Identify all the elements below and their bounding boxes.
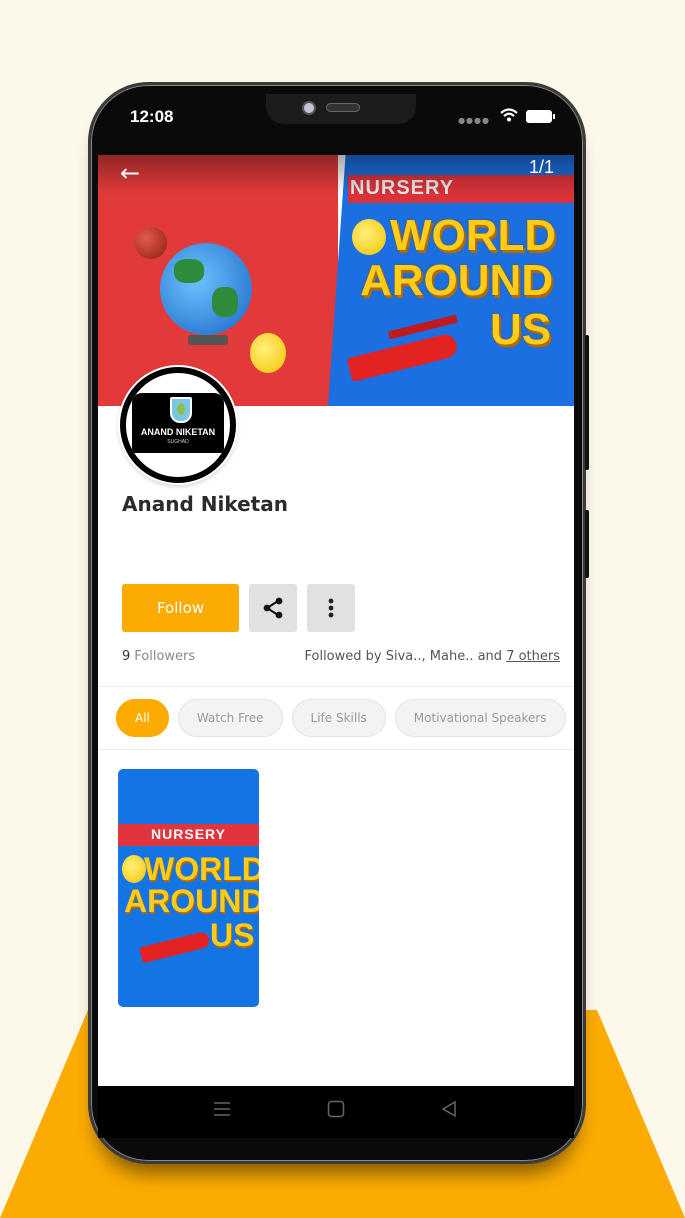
avatar-logo-subtitle: SUGHAD — [167, 439, 189, 445]
banner-title-line: AROUND — [360, 256, 554, 305]
chick-illustration — [352, 219, 386, 255]
follow-button[interactable]: Follow — [122, 584, 239, 632]
planet-illustration — [135, 227, 167, 259]
globe-illustration — [160, 243, 252, 335]
filter-chips: All Watch Free Life Skills Motivational … — [116, 699, 574, 737]
globe-stand — [188, 335, 228, 345]
chip-all[interactable]: All — [116, 699, 169, 737]
content-card[interactable]: NURSERY WORLD AROUND US — [118, 769, 259, 1007]
page-indicator: 1/1 — [528, 157, 554, 177]
battery-icon — [526, 110, 555, 123]
divider — [98, 686, 574, 687]
others-link[interactable]: 7 others — [506, 649, 560, 664]
arrow-left-icon[interactable]: ← — [120, 159, 140, 187]
share-button[interactable] — [249, 584, 297, 632]
back-triangle-icon[interactable] — [440, 1100, 458, 1118]
avatar-logo: ANAND NIKETAN SUGHAD — [132, 393, 224, 453]
camera-icon — [302, 101, 316, 115]
notch — [266, 94, 416, 124]
followed-by-prefix: Followed by Siva.., Mahe.. and — [304, 649, 507, 664]
system-nav-bar — [98, 1086, 574, 1138]
volume-button — [585, 335, 589, 470]
avatar-logo-name: ANAND NIKETAN — [140, 427, 216, 437]
chip-life-skills[interactable]: Life Skills — [291, 699, 386, 737]
followers-label: Followers — [134, 649, 196, 664]
chip-watch-free[interactable]: Watch Free — [177, 699, 283, 737]
banner-title-line: WORLD — [390, 211, 557, 260]
banner-shade — [98, 155, 574, 195]
card-title-line: US — [210, 917, 255, 953]
home-square-icon[interactable] — [327, 1100, 345, 1118]
profile-name: Anand Niketan — [122, 492, 288, 516]
card-title-line: AROUND — [124, 883, 259, 919]
power-button — [585, 510, 589, 578]
chick-illustration — [122, 855, 146, 883]
followed-by-text: Followed by Siva.., Mahe.. and 7 others — [304, 649, 560, 664]
followers-number: 9 — [122, 649, 131, 664]
followers-count[interactable]: 9 Followers — [122, 649, 195, 664]
more-options-button[interactable] — [307, 584, 355, 632]
share-icon — [263, 597, 283, 619]
status-bar: 12:08 ●●●● — [98, 94, 574, 139]
plane-illustration — [139, 930, 211, 964]
speaker-icon — [326, 103, 360, 112]
chick-illustration — [250, 333, 286, 373]
shield-icon — [170, 397, 192, 423]
chip-motivational-speakers[interactable]: Motivational Speakers — [394, 699, 566, 737]
wifi-icon — [500, 108, 518, 122]
card-label: NURSERY — [151, 826, 226, 842]
app-screen: NURSERY WORLD AROUND US ← 1/1 ANAND NIKE… — [98, 155, 574, 1086]
banner-title-line: US — [490, 305, 552, 354]
divider — [98, 749, 574, 750]
signal-dots-icon: ●●●● — [458, 116, 490, 125]
more-vertical-icon — [328, 598, 334, 618]
status-time: 12:08 — [130, 107, 174, 126]
avatar[interactable]: ANAND NIKETAN SUGHAD — [120, 367, 236, 483]
menu-icon[interactable] — [213, 1100, 231, 1118]
